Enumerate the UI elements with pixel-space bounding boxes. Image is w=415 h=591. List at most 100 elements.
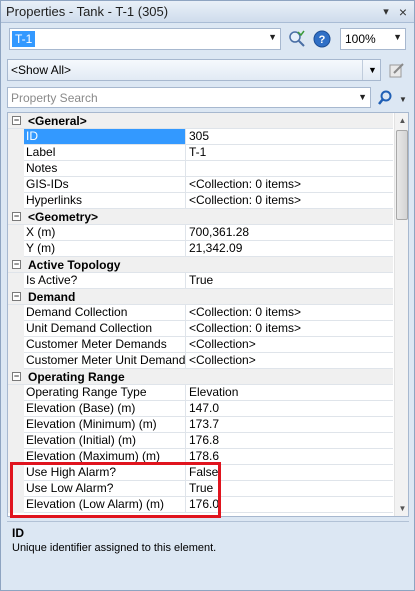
- property-value[interactable]: Elevation: [186, 385, 393, 400]
- property-row-hyperlinks[interactable]: Hyperlinks <Collection: 0 items>: [8, 193, 393, 209]
- category-label: Active Topology: [28, 258, 121, 272]
- property-row-is-active[interactable]: Is Active? True: [8, 273, 393, 289]
- property-value[interactable]: [186, 161, 393, 176]
- category-geometry[interactable]: − <Geometry>: [8, 209, 393, 225]
- category-general[interactable]: − <General>: [8, 113, 393, 129]
- toolbar: T-1 ▼ ? 100% ▼: [1, 25, 414, 53]
- chevron-down-icon: ▼: [368, 65, 377, 75]
- property-name: Y (m): [24, 241, 186, 256]
- chevron-down-icon[interactable]: ▼: [358, 92, 367, 102]
- property-name: Customer Meter Demands: [24, 337, 186, 352]
- select-in-drawing-icon[interactable]: [288, 30, 306, 48]
- property-value[interactable]: 21,342.09: [186, 241, 393, 256]
- pin-dropdown-icon[interactable]: ▾: [379, 5, 393, 19]
- property-search-box[interactable]: ▼: [7, 87, 371, 108]
- property-value[interactable]: 178.6: [186, 449, 393, 464]
- property-value[interactable]: <Collection>: [186, 337, 393, 352]
- property-name: Operating Range Type: [24, 385, 186, 400]
- property-row-customer-meter-unit-demands[interactable]: Customer Meter Unit Demands <Collection>: [8, 353, 393, 369]
- property-name: Elevation (Base) (m): [24, 401, 186, 416]
- category-demand[interactable]: − Demand: [8, 289, 393, 305]
- property-value[interactable]: <Collection: 0 items>: [186, 193, 393, 208]
- property-row-operating-range-type[interactable]: Operating Range Type Elevation: [8, 385, 393, 401]
- property-row-gis-ids[interactable]: GIS-IDs <Collection: 0 items>: [8, 177, 393, 193]
- property-row-elevation-base[interactable]: Elevation (Base) (m) 147.0: [8, 401, 393, 417]
- description-pane: ID Unique identifier assigned to this el…: [7, 521, 409, 585]
- property-value[interactable]: <Collection: 0 items>: [186, 321, 393, 336]
- property-search-input[interactable]: [11, 90, 341, 106]
- property-name: Use Low Alarm?: [24, 481, 186, 496]
- chevron-down-icon[interactable]: ▼: [268, 32, 277, 42]
- property-value[interactable]: T-1: [186, 145, 393, 160]
- element-selected-text: T-1: [12, 31, 36, 47]
- title-bar[interactable]: Properties - Tank - T-1 (305) ▾ ×: [1, 1, 414, 23]
- property-row-elevation-maximum[interactable]: Elevation (Maximum) (m) 178.6: [8, 449, 393, 465]
- category-active-topology[interactable]: − Active Topology: [8, 257, 393, 273]
- property-name: Hyperlinks: [24, 193, 186, 208]
- vertical-scrollbar[interactable]: ▲ ▼: [394, 113, 408, 516]
- property-row-x[interactable]: X (m) 700,361.28: [8, 225, 393, 241]
- zoom-selector[interactable]: 100% ▼: [340, 28, 406, 50]
- property-row-y[interactable]: Y (m) 21,342.09: [8, 241, 393, 257]
- property-name: GIS-IDs: [24, 177, 186, 192]
- property-name: Elevation (Maximum) (m): [24, 449, 186, 464]
- property-value[interactable]: 147.0: [186, 401, 393, 416]
- edit-note-icon[interactable]: [388, 61, 406, 79]
- property-row-elevation-initial[interactable]: Elevation (Initial) (m) 176.8: [8, 433, 393, 449]
- property-value[interactable]: <Collection>: [186, 353, 393, 368]
- property-value[interactable]: 176.8: [186, 433, 393, 448]
- property-row-demand-collection[interactable]: Demand Collection <Collection: 0 items>: [8, 305, 393, 321]
- property-name: Label: [24, 145, 186, 160]
- window-title: Properties - Tank - T-1 (305): [6, 4, 169, 19]
- scroll-down-icon[interactable]: ▼: [395, 501, 408, 516]
- search-options-chevron-icon[interactable]: ▼: [396, 93, 410, 107]
- property-value[interactable]: 176.0: [186, 497, 393, 512]
- collapse-icon[interactable]: −: [12, 372, 21, 381]
- category-label: Operating Range: [28, 370, 125, 384]
- property-grid: − <General> ID 305 Label T-1 Notes GIS-I…: [7, 112, 409, 517]
- property-row-use-low-alarm[interactable]: Use Low Alarm? True: [8, 481, 393, 497]
- property-value[interactable]: True: [186, 273, 393, 288]
- property-name: Use High Alarm?: [24, 465, 186, 480]
- collapse-icon[interactable]: −: [12, 212, 21, 221]
- property-value[interactable]: False: [186, 465, 393, 480]
- property-value[interactable]: 173.7: [186, 417, 393, 432]
- property-name: Is Active?: [24, 273, 186, 288]
- category-label: <Geometry>: [28, 210, 99, 224]
- property-row-unit-demand-collection[interactable]: Unit Demand Collection <Collection: 0 it…: [8, 321, 393, 337]
- close-icon[interactable]: ×: [396, 5, 410, 19]
- search-icon[interactable]: [376, 89, 394, 107]
- filter-selector[interactable]: <Show All> ▼: [7, 59, 381, 81]
- property-name: Elevation (Minimum) (m): [24, 417, 186, 432]
- property-value[interactable]: True: [186, 481, 393, 496]
- scroll-up-icon[interactable]: ▲: [395, 113, 408, 128]
- filter-value: <Show All>: [11, 63, 72, 77]
- scrollbar-thumb[interactable]: [396, 130, 408, 220]
- property-row-label[interactable]: Label T-1: [8, 145, 393, 161]
- property-name: Notes: [24, 161, 186, 176]
- property-row-customer-meter-demands[interactable]: Customer Meter Demands <Collection>: [8, 337, 393, 353]
- property-row-elevation-low-alarm[interactable]: Elevation (Low Alarm) (m) 176.0: [8, 497, 393, 513]
- category-operating-range[interactable]: − Operating Range: [8, 369, 393, 385]
- property-value[interactable]: <Collection: 0 items>: [186, 177, 393, 192]
- collapse-icon[interactable]: −: [12, 116, 21, 125]
- property-name: Elevation (Initial) (m): [24, 433, 186, 448]
- property-row-notes[interactable]: Notes: [8, 161, 393, 177]
- chevron-down-icon[interactable]: ▼: [393, 32, 402, 42]
- zoom-value: 100%: [345, 32, 376, 46]
- collapse-icon[interactable]: −: [12, 260, 21, 269]
- property-value[interactable]: 305: [186, 129, 393, 144]
- category-label: Demand: [28, 290, 76, 304]
- description-title: ID: [12, 526, 24, 540]
- property-row-elevation-minimum[interactable]: Elevation (Minimum) (m) 173.7: [8, 417, 393, 433]
- filter-dropdown-button[interactable]: ▼: [362, 60, 380, 80]
- element-selector[interactable]: T-1 ▼: [9, 28, 281, 50]
- property-row-id[interactable]: ID 305: [8, 129, 393, 145]
- properties-window: Properties - Tank - T-1 (305) ▾ × T-1 ▼ …: [0, 0, 415, 591]
- property-value[interactable]: <Collection: 0 items>: [186, 305, 393, 320]
- property-row-use-high-alarm[interactable]: Use High Alarm? False: [8, 465, 393, 481]
- property-value[interactable]: 700,361.28: [186, 225, 393, 240]
- collapse-icon[interactable]: −: [12, 292, 21, 301]
- property-name: Customer Meter Unit Demands: [26, 353, 186, 368]
- help-icon[interactable]: ?: [313, 30, 331, 48]
